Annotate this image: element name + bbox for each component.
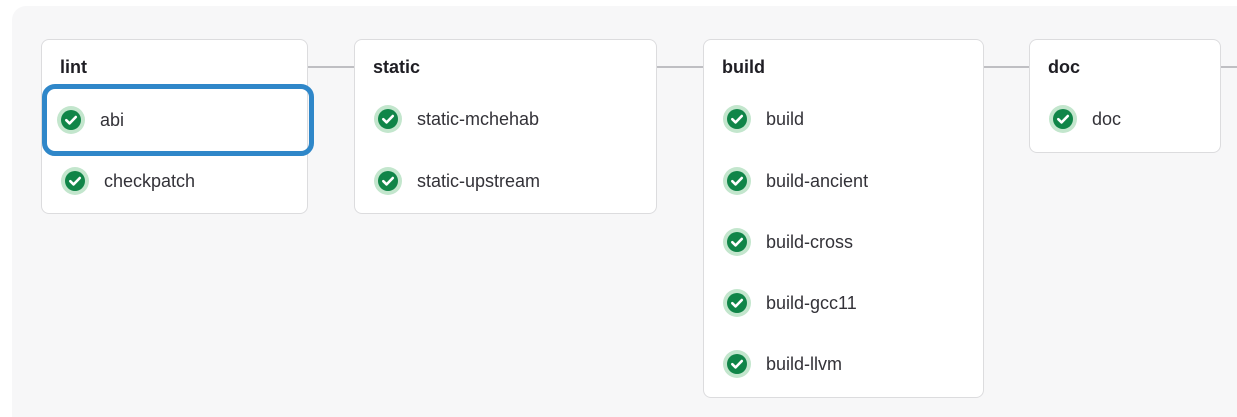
job-build-cross[interactable]: build-cross (708, 220, 980, 264)
status-success-icon (723, 105, 751, 133)
job-label: build-gcc11 (766, 292, 857, 313)
job-build[interactable]: build (708, 97, 980, 141)
stage-connector (983, 66, 1029, 68)
job-label: checkpatch (104, 170, 196, 191)
stage-title: static (373, 57, 421, 77)
stage-title: doc (1048, 57, 1081, 77)
status-success-icon (61, 167, 89, 195)
stage-lint: lint abi checkpatch (41, 39, 314, 214)
job-label: build-cross (766, 231, 854, 252)
status-success-icon (374, 167, 402, 195)
status-success-icon (723, 289, 751, 317)
job-checkpatch[interactable]: checkpatch (46, 159, 304, 203)
status-success-icon (723, 167, 751, 195)
stage-connector (307, 66, 354, 68)
stage-connector (656, 66, 703, 68)
stage-title: build (722, 57, 765, 77)
stage-build: build build build-ancient build-cross bu… (703, 39, 984, 398)
job-static-upstream[interactable]: static-upstream (359, 159, 653, 203)
pipeline-graph: lint abi checkpatch static static-mcheha… (0, 0, 1237, 417)
stage-static: static static-mchehab static-upstream (354, 39, 657, 214)
job-build-llvm[interactable]: build-llvm (708, 342, 980, 386)
status-success-icon (723, 228, 751, 256)
stage-doc: doc doc (1029, 39, 1221, 153)
job-label: doc (1092, 108, 1122, 129)
job-label: build-llvm (766, 353, 843, 374)
job-label: build-ancient (766, 170, 869, 191)
status-success-icon (1049, 105, 1077, 133)
job-label: static-mchehab (417, 108, 540, 129)
job-build-ancient[interactable]: build-ancient (708, 159, 980, 203)
job-label: static-upstream (417, 170, 541, 191)
status-success-icon (374, 105, 402, 133)
job-label: build (766, 108, 805, 129)
job-doc[interactable]: doc (1034, 97, 1217, 141)
status-success-icon (57, 106, 85, 134)
job-build-gcc11[interactable]: build-gcc11 (708, 281, 980, 325)
stage-connector (1220, 66, 1237, 68)
job-static-mchehab[interactable]: static-mchehab (359, 97, 653, 141)
stage-title: lint (60, 57, 87, 77)
job-label: abi (100, 109, 125, 130)
job-abi[interactable]: abi (42, 84, 314, 156)
status-success-icon (723, 350, 751, 378)
